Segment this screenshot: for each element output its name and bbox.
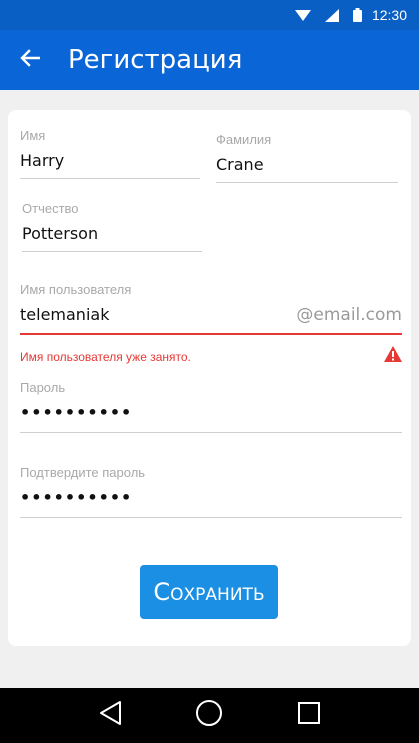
- confirm-password-label: Подтвердите пароль: [20, 465, 146, 480]
- back-button[interactable]: [10, 40, 50, 80]
- last-name-underline: [216, 182, 398, 183]
- patronymic-field[interactable]: Отчество Potterson: [22, 201, 202, 252]
- username-underline-error: [20, 333, 402, 335]
- system-nav-bar: [0, 688, 419, 743]
- email-domain-suffix: @email.com: [296, 305, 402, 325]
- patronymic-label: Отчество: [22, 201, 79, 216]
- username-field[interactable]: Имя пользователя telemaniak @email.com: [20, 282, 402, 335]
- last-name-input[interactable]: Crane: [216, 155, 398, 174]
- username-error-row: Имя пользователя уже занято.: [20, 346, 402, 367]
- first-name-label: Имя: [20, 128, 46, 143]
- app-bar: Регистрация: [0, 30, 419, 90]
- password-field[interactable]: Пароль ••••••••••: [20, 380, 402, 433]
- nav-home-icon: [195, 699, 223, 732]
- password-label: Пароль: [20, 380, 66, 395]
- username-row: telemaniak @email.com: [20, 305, 402, 325]
- registration-form-card: Имя Harry Фамилия Crane Отчество Potters…: [8, 110, 411, 646]
- password-input[interactable]: ••••••••••: [20, 403, 402, 422]
- username-input[interactable]: telemaniak: [20, 305, 109, 324]
- username-label: Имя пользователя: [20, 282, 132, 297]
- patronymic-input[interactable]: Potterson: [22, 224, 202, 243]
- first-name-underline: [20, 178, 200, 179]
- nav-recents-button[interactable]: [289, 696, 329, 736]
- confirm-password-input[interactable]: ••••••••••: [20, 488, 402, 507]
- nav-back-button[interactable]: [90, 696, 130, 736]
- first-name-input[interactable]: Harry: [20, 151, 200, 170]
- confirm-password-field[interactable]: Подтвердите пароль ••••••••••: [20, 465, 402, 518]
- wifi-icon: [294, 9, 311, 22]
- confirm-password-underline: [20, 517, 402, 518]
- patronymic-underline: [22, 251, 202, 252]
- status-time: 12:30: [371, 7, 407, 23]
- nav-home-button[interactable]: [189, 696, 229, 736]
- save-button[interactable]: Сохранить: [140, 565, 278, 619]
- first-name-field[interactable]: Имя Harry: [20, 128, 200, 179]
- nav-back-icon: [98, 700, 122, 731]
- username-error-message: Имя пользователя уже занято.: [20, 349, 191, 364]
- signal-icon: [324, 8, 339, 22]
- password-underline: [20, 432, 402, 433]
- back-arrow-icon: [20, 48, 41, 72]
- page-title: Регистрация: [68, 45, 243, 75]
- nav-recents-icon: [297, 701, 321, 730]
- last-name-field[interactable]: Фамилия Crane: [216, 132, 398, 183]
- warning-icon: [384, 346, 402, 367]
- last-name-label: Фамилия: [216, 132, 272, 147]
- battery-icon: [352, 8, 362, 22]
- status-bar: 12:30: [0, 0, 419, 30]
